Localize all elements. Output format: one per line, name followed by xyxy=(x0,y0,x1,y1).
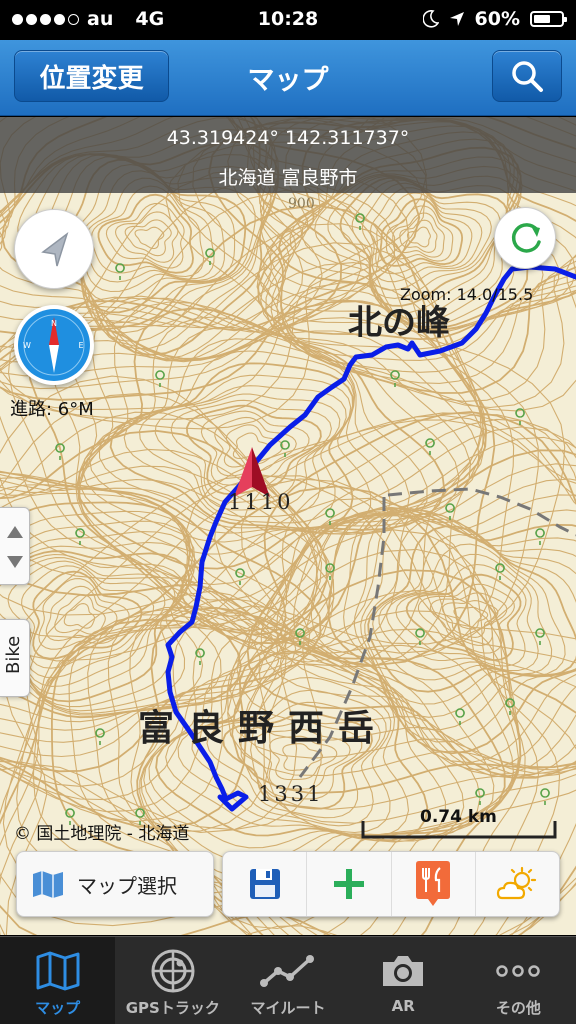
elevation-label: 900 xyxy=(288,196,315,212)
tab-label: マップ xyxy=(35,999,81,1017)
moon-icon xyxy=(422,10,439,28)
tool-group xyxy=(222,851,560,917)
more-icon xyxy=(496,965,541,977)
elevation-label: 1110 xyxy=(228,490,294,514)
tab-more[interactable]: その他 xyxy=(461,937,576,1024)
locate-button[interactable] xyxy=(14,209,94,289)
search-button[interactable] xyxy=(492,50,562,102)
tab-ar[interactable]: AR xyxy=(346,937,461,1024)
location-arrow-icon xyxy=(449,12,464,26)
place-name-text: 北海道 富良野市 xyxy=(218,167,358,189)
search-icon xyxy=(512,61,543,92)
radar-icon xyxy=(151,949,195,993)
bike-mode-label: Bike xyxy=(3,635,24,674)
tab-label: その他 xyxy=(495,999,541,1017)
refresh-icon xyxy=(511,223,541,253)
change-location-button[interactable]: 位置変更 xyxy=(14,50,169,102)
battery-icon xyxy=(530,11,567,27)
bike-mode-tab[interactable]: Bike xyxy=(0,619,30,697)
save-icon xyxy=(249,869,280,899)
elevation-label: 1331 xyxy=(258,782,324,806)
svg-text:N: N xyxy=(51,319,57,328)
add-icon xyxy=(333,869,364,899)
weather-icon xyxy=(497,866,537,900)
svg-text:E: E xyxy=(78,341,83,350)
map-select-button[interactable]: マップ選択 xyxy=(16,851,214,917)
compass-button[interactable]: N W E xyxy=(14,305,94,385)
map-icon xyxy=(36,951,80,991)
route-icon xyxy=(260,955,314,987)
tab-label: AR xyxy=(391,997,415,1015)
map-scroll-toggle[interactable] xyxy=(0,507,30,585)
map-credit: © 国土地理院 - 北海道 xyxy=(14,824,190,844)
battery-percent: 60% xyxy=(474,8,520,30)
status-bar: au 4G 10:28 60% xyxy=(0,0,576,40)
compass-icon: N W E xyxy=(18,309,90,381)
camera-icon xyxy=(383,956,424,986)
location-info-band: 43.319424° 142.311737° 北海道 富良野市 xyxy=(0,117,576,193)
tab-map[interactable]: マップ xyxy=(0,937,116,1024)
add-button[interactable] xyxy=(306,852,390,916)
map-select-label: マップ選択 xyxy=(77,873,177,898)
nav-bar: 位置変更 マップ xyxy=(0,40,576,116)
save-button[interactable] xyxy=(223,852,306,916)
heading-text: 進路: 6°M xyxy=(10,399,94,420)
map-view[interactable]: 北の峰 富良野西岳 1110 1331 900 43.319424° 142.3… xyxy=(0,117,576,935)
svg-text:W: W xyxy=(23,341,31,350)
map-icon xyxy=(33,871,63,898)
scale-bar xyxy=(361,821,557,839)
refresh-button[interactable] xyxy=(494,207,556,269)
weather-button[interactable] xyxy=(474,852,559,916)
tab-label: GPSトラック xyxy=(125,999,220,1017)
restaurant-button[interactable] xyxy=(390,852,475,916)
restaurant-icon xyxy=(416,861,451,906)
mountain-name-label: 富良野西岳 xyxy=(138,707,389,749)
tab-gps-track[interactable]: GPSトラック xyxy=(115,937,230,1024)
tab-label: マイルート xyxy=(250,999,326,1017)
coordinates-text: 43.319424° 142.311737° xyxy=(166,127,410,149)
up-down-arrow-icon xyxy=(7,526,23,568)
zoom-level-text: Zoom: 14.0/15.5 xyxy=(400,285,534,304)
tab-my-route[interactable]: マイルート xyxy=(230,937,345,1024)
tab-bar: マップ GPSトラック マイルート AR その他 xyxy=(0,936,576,1024)
navigation-arrow-icon xyxy=(41,232,69,267)
